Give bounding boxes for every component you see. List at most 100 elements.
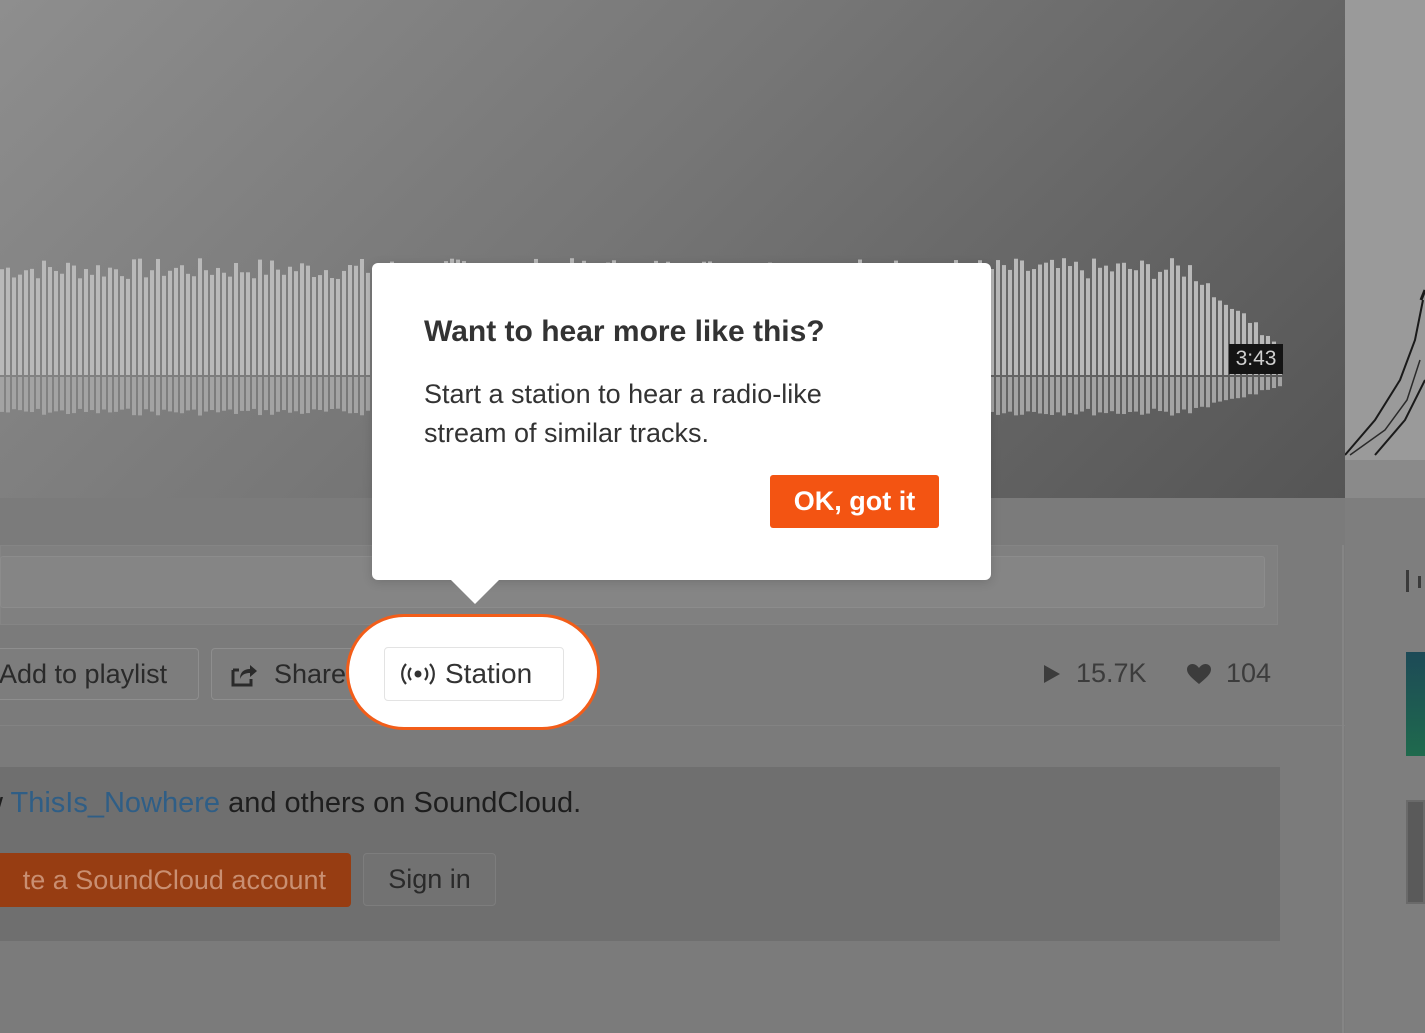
waveform-reflection-bar: [1242, 377, 1246, 398]
waveform-bar: [348, 265, 352, 375]
waveform-bar: [198, 258, 202, 375]
waveform-bar: [84, 269, 88, 375]
waveform-bar: [126, 278, 130, 375]
waveform-reflection-bar: [144, 377, 148, 410]
waveform-reflection-bar: [312, 377, 316, 410]
waveform-bar: [1086, 278, 1090, 375]
waveform-bar: [1092, 258, 1096, 375]
waveform-reflection-bar: [318, 377, 322, 410]
waveform-reflection-bar: [330, 377, 334, 410]
waveform-bar: [1014, 258, 1018, 375]
waveform-reflection-bar: [78, 377, 82, 409]
related-track-artwork-2[interactable]: [1406, 800, 1425, 904]
waveform-bar: [150, 270, 154, 375]
waveform-reflection-bar: [324, 377, 328, 412]
waveform-reflection-bar: [150, 377, 154, 412]
waveform-bar: [186, 273, 190, 375]
waveform-reflection-bar: [126, 377, 130, 409]
waveform-bar: [1176, 265, 1180, 375]
waveform-reflection-bar: [204, 377, 208, 412]
waveform-bar: [294, 271, 298, 375]
waveform-reflection-bar: [1092, 377, 1096, 416]
waveform-bar: [1164, 269, 1168, 375]
waveform-bar: [270, 260, 274, 375]
waveform-reflection-bar: [366, 377, 370, 411]
waveform-reflection-bar: [1050, 377, 1054, 415]
waveform-reflection-bar: [1272, 377, 1276, 389]
track-artwork[interactable]: [1345, 0, 1425, 460]
waveform-bar: [306, 265, 310, 375]
waveform-bar: [1152, 278, 1156, 375]
waveform-reflection-bar: [1212, 377, 1216, 403]
sign-in-button[interactable]: Sign in: [363, 853, 496, 906]
waveform-reflection-bar: [246, 377, 250, 411]
waveform-bar: [258, 259, 262, 375]
waveform-bar: [1182, 276, 1186, 375]
waveform-bar: [144, 277, 148, 375]
waveform-bar: [222, 272, 226, 375]
waveform-bar: [330, 278, 334, 375]
waveform-reflection-bar: [1086, 377, 1090, 409]
waveform-bar: [318, 275, 322, 375]
waveform-bar: [1158, 271, 1162, 375]
waveform-reflection-bar: [1200, 377, 1204, 407]
waveform-reflection-bar: [342, 377, 346, 412]
like-count[interactable]: 104: [1186, 657, 1271, 689]
waveform-reflection-bar: [156, 377, 160, 416]
waveform-reflection-bar: [138, 377, 142, 416]
waveform-bar: [18, 274, 22, 375]
waveform-reflection-bar: [1110, 377, 1114, 412]
waveform-reflection-bar: [1122, 377, 1126, 415]
waveform-reflection-bar: [1164, 377, 1168, 412]
waveform-bar: [366, 272, 370, 375]
waveform-bar: [210, 274, 214, 375]
waveform-reflection-bar: [186, 377, 190, 411]
waveform-bar: [1032, 269, 1036, 375]
waveform-bar: [1224, 304, 1228, 375]
waveform-bar: [180, 265, 184, 375]
waveform-reflection-bar: [306, 377, 310, 414]
share-icon: [231, 665, 257, 687]
waveform-bar: [240, 272, 244, 375]
related-track-artwork[interactable]: [1406, 652, 1425, 756]
tooltip-arrow: [449, 578, 501, 604]
sidebar-divider: [1342, 545, 1344, 1033]
waveform-bar: [42, 260, 46, 375]
waveform-bar: [288, 266, 292, 375]
waveform-reflection-bar: [1008, 377, 1012, 412]
waveform-reflection-bar: [1116, 377, 1120, 414]
waveform-bar: [300, 263, 304, 375]
waveform-bar: [228, 276, 232, 375]
waveform-reflection-bar: [90, 377, 94, 411]
waveform-reflection-bar: [234, 377, 238, 414]
waveform-bar: [1008, 269, 1012, 375]
waveform-bar: [354, 265, 358, 375]
waveform-reflection-bar: [60, 377, 64, 411]
waveform-bar: [1122, 262, 1126, 375]
waveform-reflection-bar: [258, 377, 262, 416]
waveform-bar: [1020, 260, 1024, 375]
station-button[interactable]: Station: [384, 647, 564, 701]
add-to-playlist-button[interactable]: Add to playlist: [0, 648, 199, 700]
waveform-bar: [336, 278, 340, 375]
waveform-bar: [234, 262, 238, 375]
waveform-reflection-bar: [1188, 377, 1192, 414]
waveform-bar: [24, 270, 28, 375]
waveform-reflection-bar: [216, 377, 220, 413]
waveform-reflection-bar: [1002, 377, 1006, 414]
waveform-bar: [6, 267, 10, 375]
play-icon: [1044, 665, 1060, 683]
artist-link[interactable]: ThisIs_Nowhere: [10, 787, 220, 819]
waveform-reflection-bar: [1260, 377, 1264, 391]
tooltip-title: Want to hear more like this?: [424, 315, 825, 348]
waveform-bar: [156, 258, 160, 375]
waveform-reflection-bar: [336, 377, 340, 409]
waveform-reflection-bar: [108, 377, 112, 413]
ok-got-it-button[interactable]: OK, got it: [770, 475, 939, 528]
waveform-bar: [36, 278, 40, 375]
waveform-bar: [1116, 263, 1120, 375]
waveform-reflection-bar: [36, 377, 40, 409]
waveform-reflection-bar: [198, 377, 202, 416]
create-account-button[interactable]: te a SoundCloud account: [0, 853, 351, 907]
waveform-bar: [66, 262, 70, 375]
